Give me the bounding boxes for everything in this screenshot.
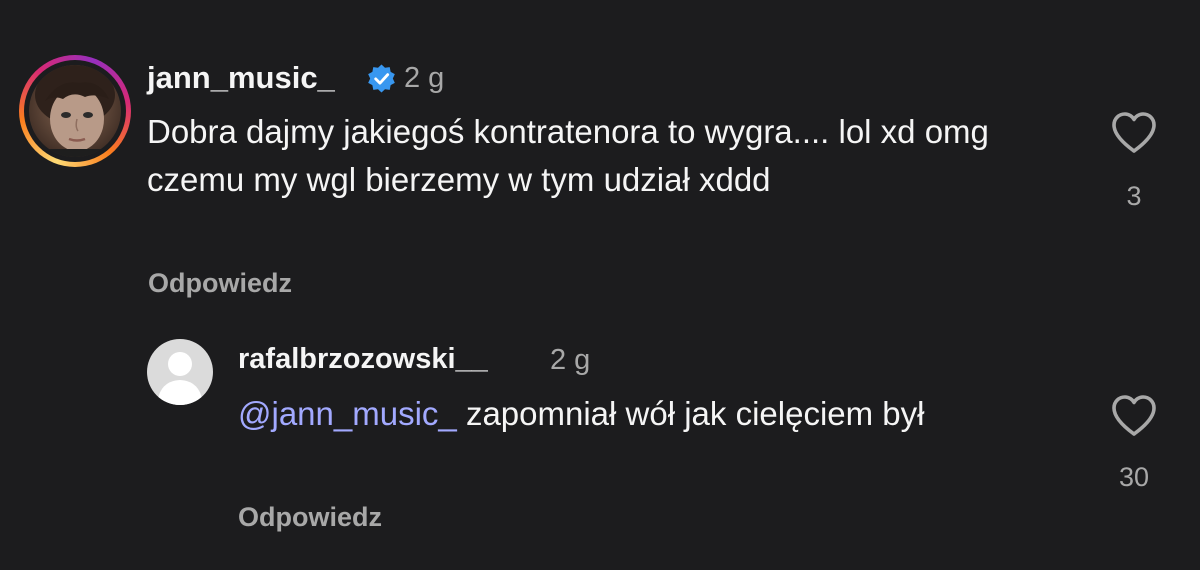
reply-username[interactable]: rafalbrzozowski__ xyxy=(238,343,488,376)
heart-outline-icon[interactable] xyxy=(1110,110,1158,154)
default-avatar[interactable] xyxy=(147,339,213,405)
avatar-ring-gap xyxy=(24,60,126,162)
comment-username[interactable]: jann_music_ xyxy=(147,60,335,96)
mention-link[interactable]: @jann_music_ xyxy=(238,395,457,432)
reply-button[interactable]: Odpowiedz xyxy=(148,268,292,299)
avatar-photo-icon xyxy=(29,65,121,157)
reply-text-content: zapomniał wół jak cielęciem był xyxy=(456,395,925,432)
like-count: 3 xyxy=(1126,181,1142,211)
reply-timestamp: 2 g xyxy=(550,344,591,376)
story-ring-avatar[interactable] xyxy=(19,55,131,167)
user-silhouette-icon xyxy=(157,352,203,405)
heart-outline-icon[interactable] xyxy=(1110,393,1158,437)
comment-text: Dobra dajmy jakiegoś kontratenora to wyg… xyxy=(147,113,989,198)
like-count: 30 xyxy=(1118,462,1150,492)
avatar xyxy=(29,65,121,157)
comment-timestamp: 2 g xyxy=(404,62,445,94)
reply-text: @jann_music_ zapomniał wół jak cielęciem… xyxy=(238,390,1078,438)
verified-badge-icon xyxy=(368,64,395,93)
reply-button[interactable]: Odpowiedz xyxy=(238,502,382,533)
